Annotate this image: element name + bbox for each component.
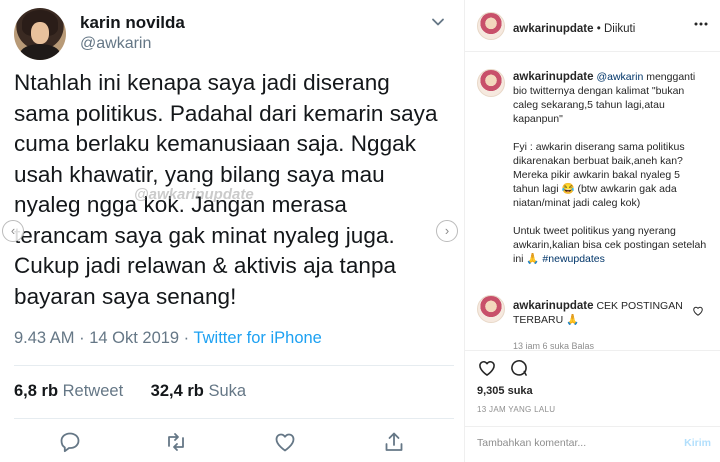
comment-icon[interactable] bbox=[509, 358, 529, 378]
carousel-next-button[interactable]: › bbox=[436, 220, 458, 242]
reply-icon[interactable] bbox=[58, 430, 82, 454]
more-options-icon[interactable] bbox=[693, 20, 709, 28]
tweet-line: sama politikus. Padahal dari kemarin say… bbox=[14, 100, 438, 126]
caption: awkarinupdate @awkarin mengganti bio twi… bbox=[513, 70, 709, 266]
like-icon[interactable] bbox=[477, 358, 497, 378]
post-header: awkarinupdate • Diikuti bbox=[465, 0, 720, 52]
tweet-avatar[interactable] bbox=[14, 8, 66, 60]
tweet-source-link[interactable]: Twitter for iPhone bbox=[193, 329, 321, 347]
retweet-label: Retweet bbox=[62, 382, 124, 400]
comment-username[interactable]: awkarinupdate bbox=[513, 300, 594, 312]
tweet-time: 9.43 AM · 14 Okt 2019 · bbox=[14, 329, 194, 347]
post-like-count[interactable]: 9,305 suka bbox=[477, 385, 533, 397]
retweet-icon[interactable] bbox=[164, 430, 188, 454]
share-icon[interactable] bbox=[382, 430, 406, 454]
retweet-count[interactable]: 6,8 rb bbox=[14, 382, 58, 400]
comment: awkarinupdate CEK POSTINGAN TERBARU 🙏 bbox=[513, 299, 685, 327]
add-comment-bar: Tambahkan komentar... Kirim bbox=[465, 426, 720, 462]
carousel-prev-button[interactable]: ‹ bbox=[2, 220, 24, 242]
watermark: @awkarinupdate bbox=[134, 186, 254, 203]
comments-section[interactable]: awkarinupdate @awkarin mengganti bio twi… bbox=[465, 53, 720, 349]
comment-meta: 13 jam 6 suka Balas bbox=[513, 341, 595, 349]
mention-link[interactable]: @awkarin bbox=[596, 71, 643, 83]
like-icon[interactable] bbox=[273, 430, 297, 454]
like-count[interactable]: 32,4 rb bbox=[151, 382, 204, 400]
tweet-author-name[interactable]: karin novilda bbox=[80, 13, 185, 33]
tweet-line: bayaran saya senang! bbox=[14, 283, 237, 309]
header-separator: • bbox=[593, 23, 604, 35]
post-action-bar: 9,305 suka 13 JAM YANG LALU bbox=[465, 350, 720, 426]
like-label: Suka bbox=[208, 382, 247, 400]
tweet-author-handle[interactable]: @awkarin bbox=[80, 35, 151, 53]
tweet-line: cuma berlaku kemanusiaan saja. Nggak bbox=[14, 131, 417, 156]
avatar[interactable] bbox=[477, 295, 505, 323]
chevron-down-icon[interactable] bbox=[430, 14, 446, 30]
tweet-line: Cukup jadi relawan & aktivis aja tanpa bbox=[14, 253, 397, 278]
post-timestamp: 13 JAM YANG LALU bbox=[477, 405, 556, 414]
tweet-line: terancam saya gak minat nyaleg juga. bbox=[14, 222, 395, 248]
caption-text: Fyi : awkarin diserang sama politikus di… bbox=[513, 141, 685, 209]
instagram-panel: awkarinupdate • Diikuti awkarinupdate @a… bbox=[464, 0, 720, 462]
avatar[interactable] bbox=[477, 12, 505, 40]
comment-like-icon[interactable] bbox=[692, 305, 704, 317]
divider bbox=[14, 365, 454, 366]
header-username[interactable]: awkarinupdate bbox=[513, 23, 594, 35]
tweet-action-bar bbox=[54, 430, 414, 454]
comment-input[interactable]: Tambahkan komentar... bbox=[477, 437, 586, 449]
follow-status-button[interactable]: Diikuti bbox=[604, 23, 635, 35]
tweet-timestamp: 9.43 AM · 14 Okt 2019 · Twitter for iPho… bbox=[14, 329, 322, 348]
tweet-line: Ntahlah ini kenapa saya jadi diserang bbox=[14, 70, 390, 95]
tweet-screenshot: karin novilda @awkarin Ntahlah ini kenap… bbox=[0, 0, 464, 462]
post-comment-button[interactable]: Kirim bbox=[684, 437, 711, 449]
divider bbox=[14, 418, 454, 419]
caption-username[interactable]: awkarinupdate bbox=[513, 71, 594, 83]
avatar[interactable] bbox=[477, 69, 505, 97]
hashtag-link[interactable]: #newupdates bbox=[542, 253, 604, 265]
tweet-stats: 6,8 rb Retweet 32,4 rb Suka bbox=[14, 382, 246, 401]
